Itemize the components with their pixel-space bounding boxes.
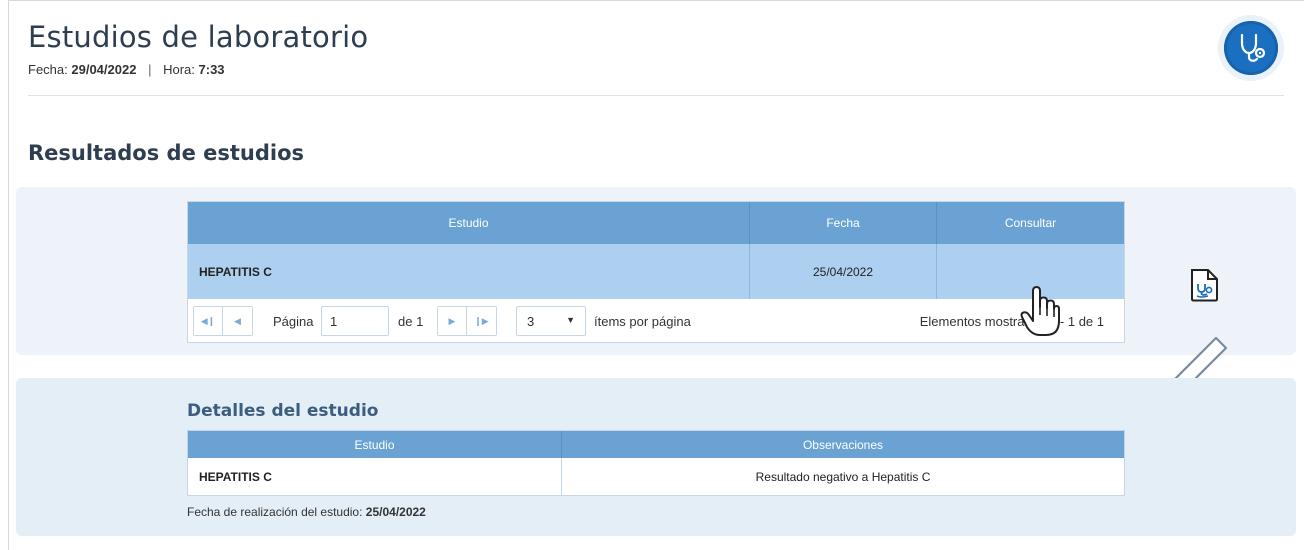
cell-observaciones: Resultado negativo a Hepatitis C [755,469,931,484]
results-panel: Estudio Fecha Consultar HEPATITIS C 25/0… [16,187,1296,355]
results-section-title: Resultados de estudios [28,141,305,165]
column-header-fecha[interactable]: Fecha [750,202,937,244]
next-page-icon[interactable]: ▶ [438,307,467,335]
fecha-value: 29/04/2022 [71,62,137,77]
date-time-meta: Fecha: 29/04/2022 | Hora: 7:33 [28,62,225,77]
column-header-estudio: Estudio [188,431,562,458]
page-size-value: 3 [527,313,535,329]
column-header-consultar[interactable]: Consultar [937,202,1124,244]
pager-back-buttons: ◀❙ ◀ [193,306,253,336]
page-title: Estudios de laboratorio [28,20,369,54]
prev-page-icon[interactable]: ◀ [223,307,252,335]
hora-value: 7:33 [198,62,225,77]
study-date-value: 25/04/2022 [365,505,426,519]
results-grid: Estudio Fecha Consultar HEPATITIS C 25/0… [187,201,1218,343]
pager-info: Elementos mostrados 1 - 1 de 1 [919,314,1104,329]
header-divider [28,95,1284,96]
pager-forward-buttons: ▶ ❙▶ [437,306,497,336]
cell-estudio: HEPATITIS C [188,458,562,495]
results-grid-header: Estudio Fecha Consultar [188,202,1124,244]
page-label: Página [273,314,314,329]
last-page-icon[interactable]: ❙▶ [467,307,496,335]
study-date-label: Fecha de realización del estudio: [187,505,363,519]
table-row[interactable]: HEPATITIS C 25/04/2022 [188,244,1124,299]
fecha-label: Fecha: [28,62,68,77]
stethoscope-icon [1240,33,1266,62]
column-header-estudio[interactable]: Estudio [188,202,750,244]
cell-fecha: 25/04/2022 [750,244,937,299]
first-page-icon[interactable]: ◀❙ [194,307,223,335]
page-number-input[interactable] [321,306,389,336]
meta-separator: | [148,62,152,77]
items-per-page-label: ítems por página [594,314,691,329]
grid-pager: ◀❙ ◀ Página de 1 ▶ ❙▶ 3 ▼ ítems por pági… [188,299,1124,342]
table-row: HEPATITIS C Resultado negativo a Hepatit… [188,458,1124,495]
stethoscope-logo [1218,15,1284,81]
page-size-select[interactable]: 3 ▼ [516,306,586,336]
caret-down-icon: ▼ [566,315,575,325]
column-header-observaciones: Observaciones [802,437,884,452]
details-title: Detalles del estudio [187,401,379,421]
cell-estudio: HEPATITIS C [188,244,750,299]
details-grid-header: Estudio Observaciones [188,431,1124,458]
details-panel: Detalles del estudio Estudio Observacion… [16,378,1296,536]
page-of-label: de 1 [398,314,424,329]
details-grid: Estudio Observaciones HEPATITIS C Result… [187,430,1125,496]
pointer-hand-icon [1020,285,1060,342]
consult-document-icon[interactable] [1188,268,1220,307]
hora-label: Hora: [163,62,195,77]
study-date-line: Fecha de realización del estudio: 25/04/… [187,505,426,519]
